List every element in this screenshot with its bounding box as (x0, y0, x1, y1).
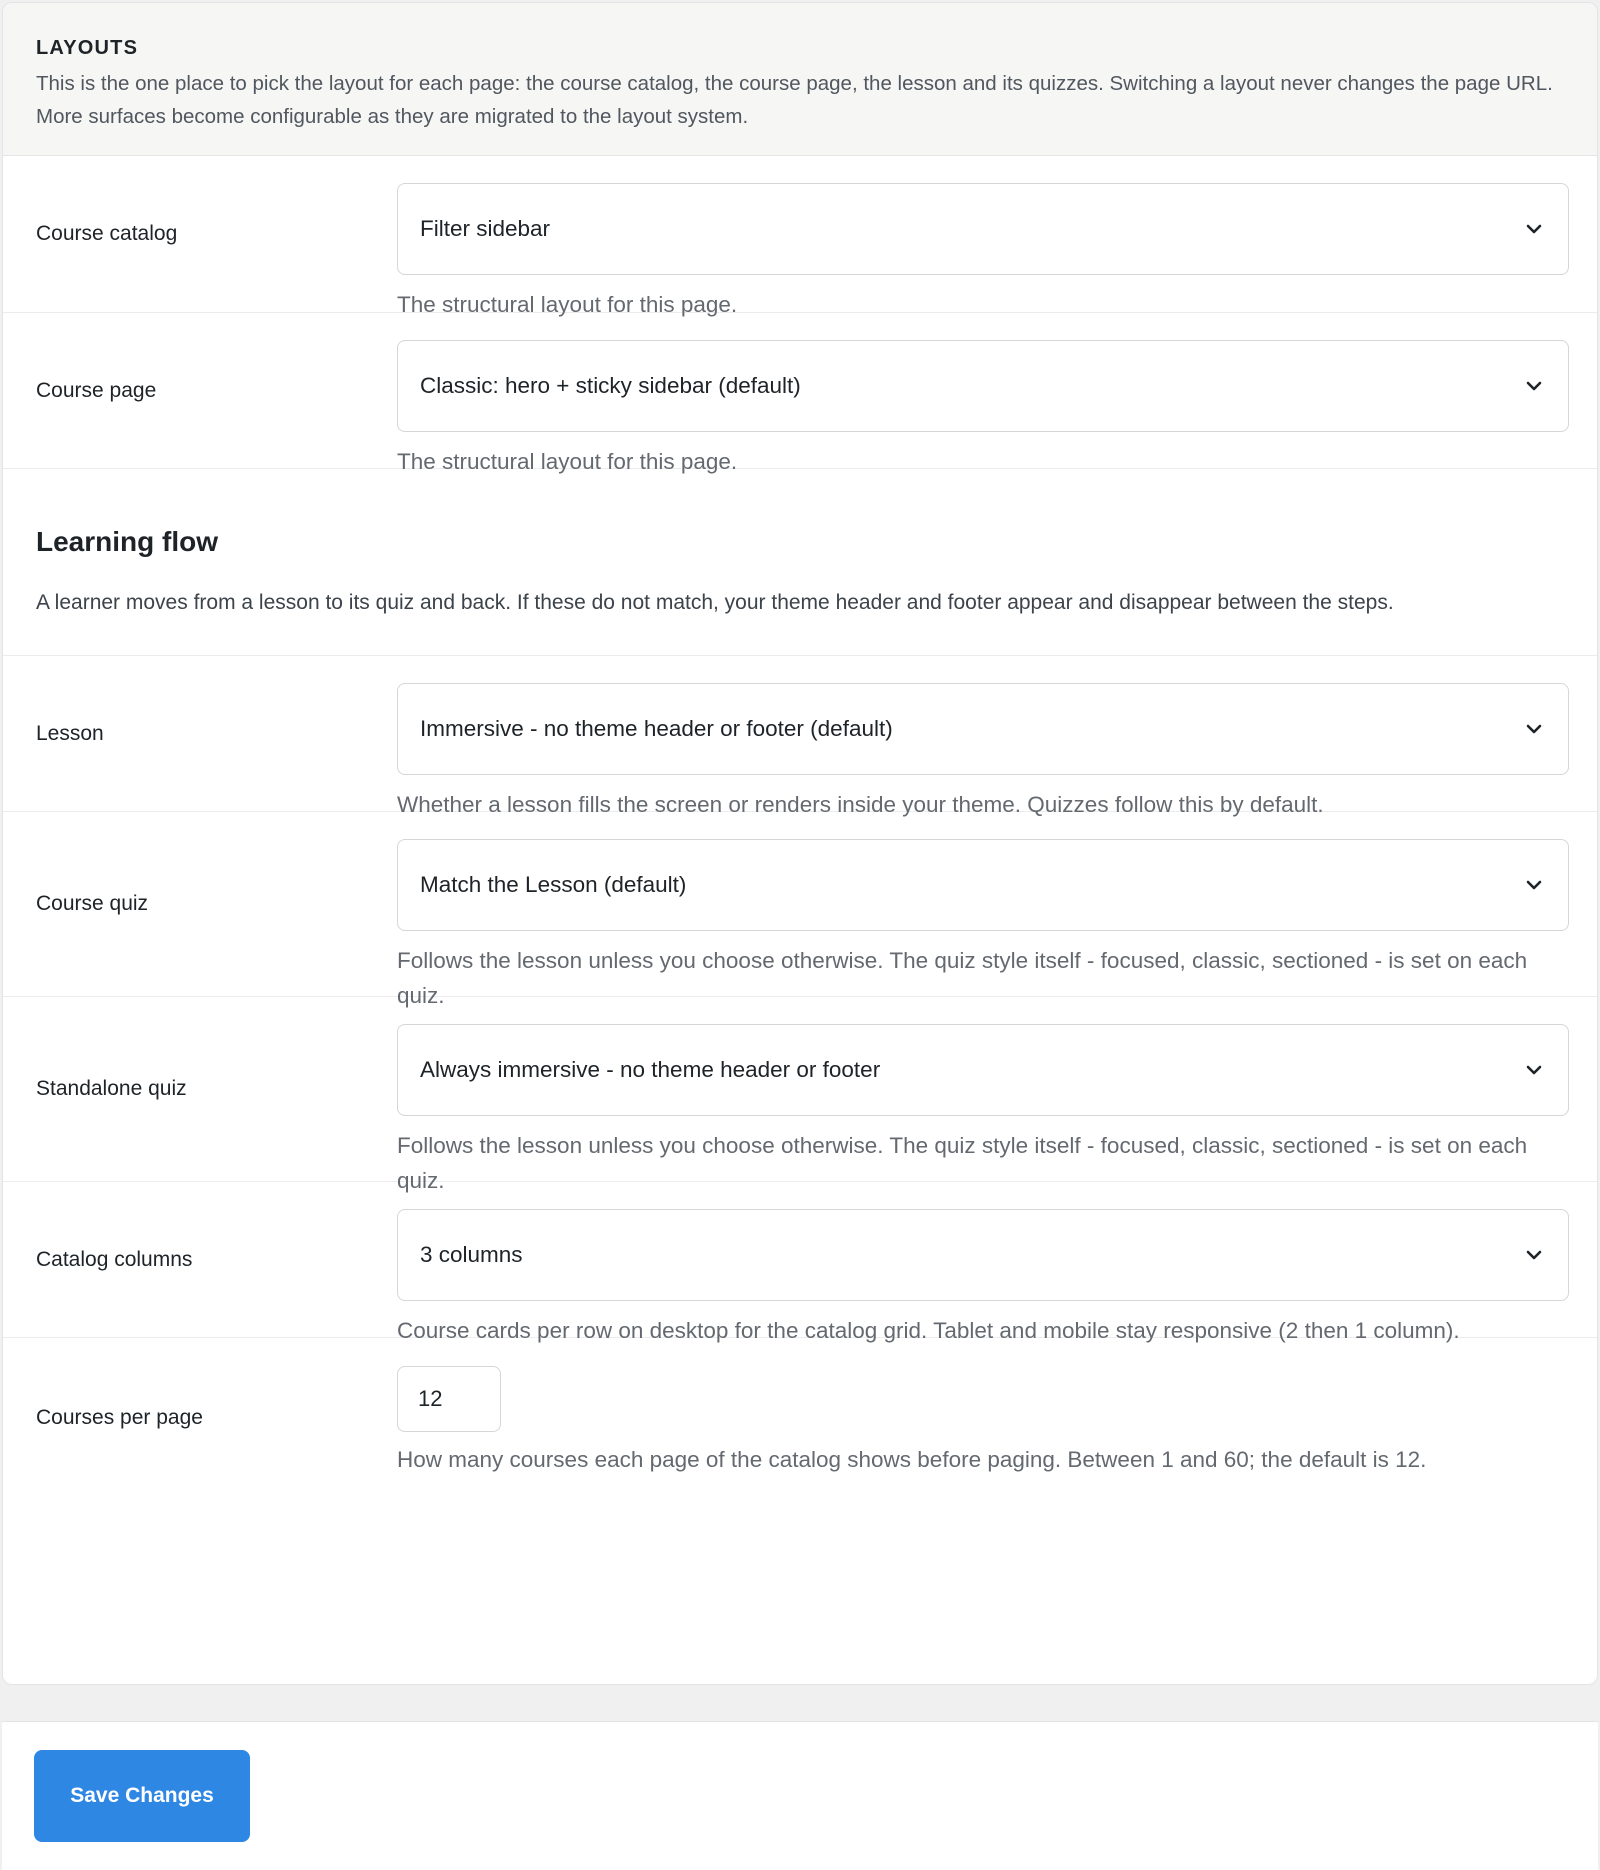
lesson-label: Lesson (36, 721, 104, 745)
lesson-control: Immersive - no theme header or footer (d… (397, 683, 1569, 822)
row-course-catalog: Course catalog Filter sidebar The struct… (3, 156, 1597, 317)
layouts-panel: LAYOUTS This is the one place to pick th… (2, 2, 1598, 1685)
chevron-down-icon (1526, 724, 1542, 734)
row-standalone-quiz: Standalone quiz Always immersive - no th… (3, 997, 1597, 1193)
section-description: A learner moves from a lesson to its qui… (36, 591, 1394, 614)
panel-title: LAYOUTS (36, 37, 139, 59)
save-button[interactable]: Save Changes (34, 1750, 250, 1842)
course-page-control: Classic: hero + sticky sidebar (default)… (397, 340, 1569, 479)
row-courses-per-page: Courses per page 12 How many courses eac… (3, 1338, 1597, 1498)
course-quiz-control: Match the Lesson (default) Follows the l… (397, 839, 1569, 1013)
course-page-label: Course page (36, 378, 157, 402)
standalone-quiz-select[interactable]: Always immersive - no theme header or fo… (397, 1024, 1569, 1116)
section-title: Learning flow (36, 526, 218, 557)
course-page-select-value: Classic: hero + sticky sidebar (default) (420, 373, 801, 398)
row-catalog-columns: Catalog columns 3 columns Course cards p… (3, 1182, 1597, 1343)
learning-flow-section: Learning flow A learner moves from a les… (3, 469, 1597, 656)
course-catalog-control: Filter sidebar The structural layout for… (397, 183, 1569, 322)
course-catalog-select[interactable]: Filter sidebar (397, 183, 1569, 275)
row-course-page: Course page Classic: hero + sticky sideb… (3, 313, 1597, 474)
catalog-columns-label: Catalog columns (36, 1247, 193, 1271)
chevron-down-icon (1526, 1250, 1542, 1260)
courses-per-page-value: 12 (418, 1386, 443, 1411)
row-lesson: Lesson Immersive - no theme header or fo… (3, 656, 1597, 817)
courses-per-page-help: How many courses each page of the catalo… (397, 1447, 1427, 1472)
standalone-quiz-control: Always immersive - no theme header or fo… (397, 1024, 1569, 1198)
catalog-columns-select[interactable]: 3 columns (397, 1209, 1569, 1301)
catalog-columns-select-value: 3 columns (420, 1242, 523, 1267)
courses-per-page-input[interactable]: 12 (397, 1366, 501, 1432)
course-catalog-label: Course catalog (36, 222, 178, 245)
standalone-quiz-label: Standalone quiz (36, 1077, 187, 1100)
panel-description: This is the one place to pick the layout… (36, 72, 1553, 128)
courses-per-page-control: 12 How many courses each page of the cat… (397, 1366, 1569, 1477)
course-page-select[interactable]: Classic: hero + sticky sidebar (default) (397, 340, 1569, 432)
chevron-down-icon (1526, 1065, 1542, 1075)
chevron-down-icon (1526, 381, 1542, 391)
row-course-quiz: Course quiz Match the Lesson (default) F… (3, 812, 1597, 1008)
panel-header: LAYOUTS This is the one place to pick th… (3, 3, 1597, 156)
course-quiz-select[interactable]: Match the Lesson (default) (397, 839, 1569, 931)
course-page-help: The structural layout for this page. (397, 449, 738, 474)
course-quiz-select-value: Match the Lesson (default) (420, 872, 687, 897)
chevron-down-icon (1526, 880, 1542, 890)
course-catalog-select-value: Filter sidebar (420, 216, 551, 241)
lesson-select[interactable]: Immersive - no theme header or footer (d… (397, 683, 1569, 775)
courses-per-page-label: Courses per page (36, 1406, 203, 1429)
course-quiz-label: Course quiz (36, 892, 149, 915)
lesson-select-value: Immersive - no theme header or footer (d… (420, 716, 893, 741)
chevron-down-icon (1526, 224, 1542, 234)
catalog-columns-control: 3 columns Course cards per row on deskto… (397, 1209, 1569, 1348)
standalone-quiz-select-value: Always immersive - no theme header or fo… (420, 1057, 881, 1082)
footer-panel: Save Changes (2, 1721, 1598, 1870)
